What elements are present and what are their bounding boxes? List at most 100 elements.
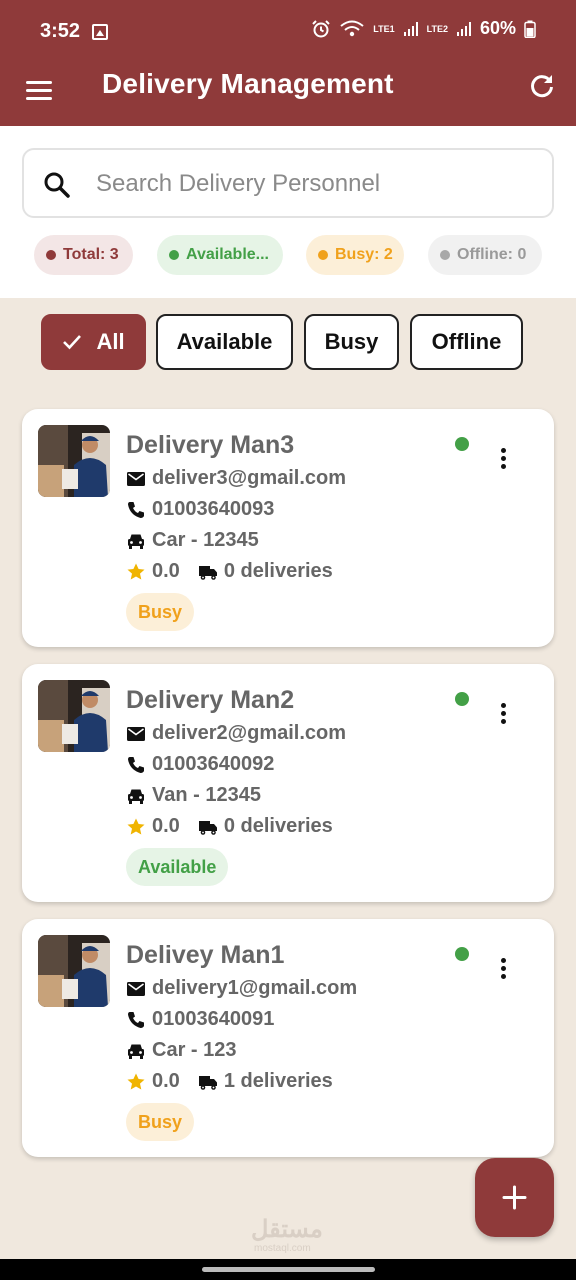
stat-offline-label: Offline: 0	[457, 246, 527, 263]
filter-available-label: Available	[176, 329, 273, 354]
add-delivery-person-button[interactable]	[475, 1158, 554, 1237]
stats-row: 0.0 1 deliveries	[126, 1070, 333, 1093]
alarm-icon	[312, 19, 330, 37]
wifi-icon	[340, 20, 364, 36]
stats-row: 0.0 0 deliveries	[126, 560, 333, 583]
person-phone: 01003640092	[152, 753, 275, 775]
plus-icon	[502, 1185, 527, 1210]
available-dot	[169, 250, 179, 260]
online-status-dot	[455, 692, 469, 706]
system-nav-bar	[0, 1259, 576, 1280]
phone-row: 01003640091	[126, 1008, 274, 1031]
phone-icon	[128, 501, 144, 518]
person-email: deliver2@gmail.com	[152, 722, 347, 744]
signal-icon-2	[456, 21, 471, 36]
sim2-label: LTE2	[426, 23, 448, 34]
email-icon	[127, 471, 145, 486]
more-options-icon[interactable]	[492, 447, 516, 471]
phone-row: 01003640092	[126, 753, 274, 776]
vehicle-row: Car - 123	[126, 1039, 237, 1062]
star-icon	[127, 563, 145, 579]
stat-available-chip: Available...	[157, 235, 283, 275]
home-indicator[interactable]	[202, 1267, 375, 1272]
watermark: مستقل	[251, 1216, 323, 1243]
email-icon	[127, 981, 145, 996]
offline-dot	[440, 250, 450, 260]
filter-available-button[interactable]: Available	[156, 314, 293, 370]
image-icon	[92, 24, 108, 40]
phone-row: 01003640093	[126, 498, 274, 521]
more-options-icon[interactable]	[492, 702, 516, 726]
delivery-person-card[interactable]: Delivery Man2 deliver2@gmail.com 0100364…	[22, 664, 554, 902]
sim1-label: LTE1	[373, 23, 395, 34]
person-email: delivery1@gmail.com	[152, 977, 358, 999]
person-deliveries: 0 deliveries	[223, 560, 333, 582]
person-rating: 0.0	[152, 1070, 180, 1092]
stat-available-label: Available...	[186, 246, 269, 263]
refresh-icon[interactable]	[528, 72, 556, 100]
person-phone: 01003640091	[152, 1008, 275, 1030]
person-name: Delivery Man3	[126, 431, 295, 459]
busy-dot	[318, 250, 328, 260]
status-badge: Busy	[126, 1103, 195, 1141]
status-bar: 3:52 LTE1 LTE2 60%	[0, 0, 576, 60]
person-vehicle: Car - 123	[152, 1039, 237, 1061]
phone-icon	[128, 756, 144, 773]
menu-icon[interactable]	[26, 76, 54, 104]
truck-icon	[198, 1075, 217, 1090]
search-input[interactable]	[96, 166, 526, 202]
filter-all-label: All	[96, 329, 125, 354]
person-deliveries: 1 deliveries	[223, 1070, 333, 1092]
battery-icon	[524, 20, 536, 38]
status-icons: LTE1 LTE2 60%	[311, 18, 536, 39]
battery-percent: 60%	[479, 18, 516, 38]
stat-total-chip: Total: 3	[34, 235, 133, 275]
stat-busy-chip: Busy: 2	[306, 235, 404, 275]
stat-offline-chip: Offline: 0	[428, 235, 542, 275]
signal-icon	[403, 21, 418, 36]
filter-busy-button[interactable]: Busy	[304, 314, 399, 370]
person-rating: 0.0	[152, 815, 180, 837]
page-title: Delivery Management	[102, 68, 394, 99]
vehicle-row: Car - 12345	[126, 529, 259, 552]
header-panel: Total: 3 Available... Busy: 2 Offline: 0	[0, 126, 576, 298]
filter-offline-label: Offline	[431, 329, 502, 354]
watermark-sub: mostaql.com	[254, 1243, 311, 1254]
delivery-person-card[interactable]: Delivey Man1 delivery1@gmail.com 0100364…	[22, 919, 554, 1157]
car-icon	[128, 1044, 144, 1059]
star-icon	[127, 818, 145, 834]
person-phone: 01003640093	[152, 498, 275, 520]
filter-busy-label: Busy	[324, 329, 379, 354]
vehicle-row: Van - 12345	[126, 784, 261, 807]
person-deliveries: 0 deliveries	[223, 815, 333, 837]
status-badge: Available	[126, 848, 229, 886]
avatar	[38, 935, 110, 1007]
person-vehicle: Van - 12345	[152, 784, 261, 806]
online-status-dot	[455, 437, 469, 451]
total-dot	[46, 250, 56, 260]
email-row: deliver2@gmail.com	[126, 722, 346, 745]
filter-offline-button[interactable]: Offline	[410, 314, 523, 370]
truck-icon	[198, 565, 217, 580]
phone-icon	[128, 1011, 144, 1028]
car-icon	[128, 534, 144, 549]
more-options-icon[interactable]	[492, 957, 516, 981]
status-badge: Busy	[126, 593, 195, 631]
avatar	[38, 680, 110, 752]
person-rating: 0.0	[152, 560, 180, 582]
delivery-person-card[interactable]: Delivery Man3 deliver3@gmail.com 0100364…	[22, 409, 554, 647]
person-vehicle: Car - 12345	[152, 529, 259, 551]
star-icon	[127, 1073, 145, 1089]
stats-row: 0.0 0 deliveries	[126, 815, 333, 838]
check-icon	[63, 335, 82, 350]
online-status-dot	[455, 947, 469, 961]
person-name: Delivey Man1	[126, 941, 285, 969]
status-time: 3:52	[40, 20, 81, 42]
app-bar: Delivery Management	[0, 60, 576, 126]
search-icon	[44, 172, 70, 198]
car-icon	[128, 789, 144, 804]
truck-icon	[198, 820, 217, 835]
email-row: delivery1@gmail.com	[126, 977, 357, 1000]
search-box[interactable]	[22, 148, 554, 218]
filter-all-button[interactable]: All	[41, 314, 146, 370]
